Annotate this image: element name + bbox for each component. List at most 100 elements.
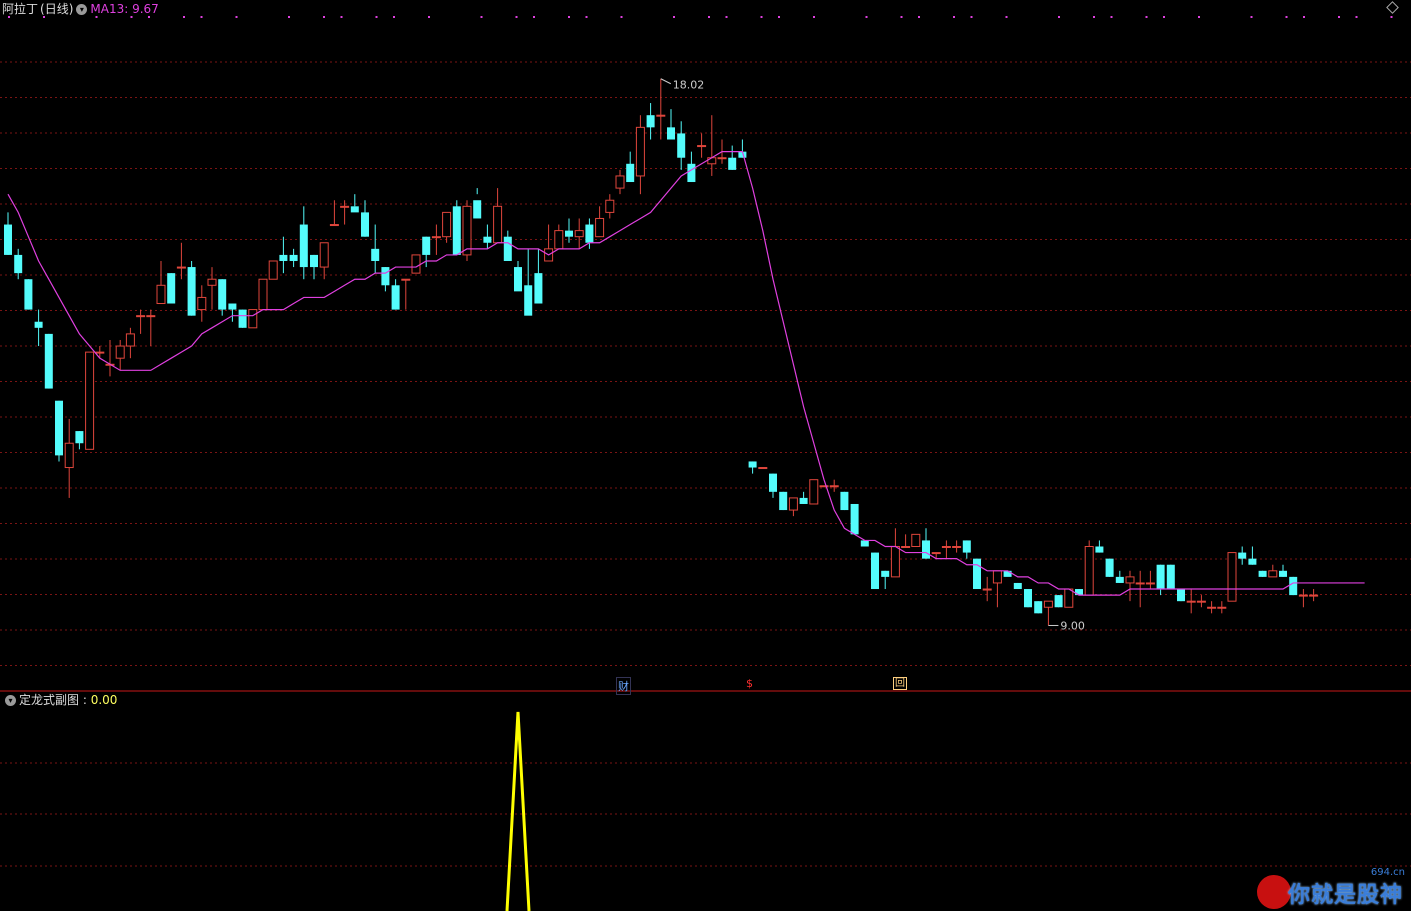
candle-body-down [228,303,237,310]
signal-dot [900,16,903,18]
candle-body-down [1177,589,1185,602]
signal-dot [428,16,430,18]
candle-body-up [656,114,666,117]
marker-dollar[interactable]: $ [746,677,753,690]
signal-dot [918,16,920,18]
candle-body-down [1034,601,1043,614]
candle-body-up [493,205,503,244]
candle-body-up [115,345,125,359]
candle-body-up [1064,588,1074,608]
candle-body-down [391,285,400,310]
signal-dot [1303,16,1305,18]
candle-body-down [1105,558,1114,577]
candle-body-down [1156,564,1165,590]
candle-body-up [401,278,411,281]
candle-body-down [4,224,12,255]
candle-body-down [534,273,543,304]
candle-body-up [64,442,74,469]
candle-body-up [931,552,941,555]
signal-dot [953,16,955,18]
subchart-header: ▾ 定龙式副图 : 0.00 [2,692,117,708]
high-pointer [660,78,672,85]
signal-dot [1355,16,1358,18]
candle-body-up [1145,582,1155,585]
marker-hui[interactable]: 回 [893,677,907,690]
candle-body-up [890,546,900,578]
candle-body-down [24,279,33,310]
candle-body-up [95,351,105,354]
marker-cai[interactable]: 财 [616,677,631,695]
signal-dot [1058,16,1060,18]
candle-body-up [952,546,962,549]
candle-body-up [1309,594,1319,597]
candle-body-up [207,278,217,286]
candle-body-up [1217,606,1227,609]
candle-body-down [350,206,359,213]
candle-body-up [982,588,992,591]
candle-body-up [1125,576,1135,584]
candle-body-up [146,315,156,318]
candle-body-down [299,224,308,268]
candle-body-up [758,467,768,470]
kline-chart[interactable]: 18.02 9.00 [0,0,1411,911]
candle-body-down [238,309,247,328]
candle-body-up [1196,600,1206,603]
ma13-line [7,151,1365,596]
candle-body-down [483,236,492,243]
candle-body-down [1238,552,1247,559]
signal-dot [480,16,483,18]
candle-body-up [615,175,625,189]
indicator-spike [505,711,531,911]
candle-body-up [197,296,207,311]
signal-dot [1285,16,1288,18]
candle-body-down [75,431,84,444]
period-label: (日线) [40,2,74,16]
candle-body-up [941,546,951,549]
candle-body-down [55,400,63,456]
signal-dot [288,16,290,18]
candle-body-up [1207,606,1217,609]
candle-body-up [1298,594,1308,597]
candle-body-up [1043,600,1053,608]
candle-body-up [605,199,615,213]
candle-body-up [258,278,268,311]
candle-body-down [14,254,23,274]
ma13-label: MA13: 9.67 [90,2,159,16]
candle-body-up [635,126,645,177]
signal-dot [778,16,780,18]
logo-mark-icon [1257,875,1291,909]
candle-body-down [452,206,461,255]
chevron-down-icon[interactable]: ▾ [76,4,88,15]
chevron-down-icon[interactable]: ▾ [5,695,16,706]
signal-dot [1390,16,1393,18]
high-label: 18.02 [673,79,705,92]
candle-body-down [473,200,482,219]
candle-body-up [136,315,146,318]
candle-body-down [1024,589,1032,608]
signal-dot [813,16,815,18]
candle-body-down [371,248,380,261]
candle-body-down [962,540,971,553]
candle-body-down [860,540,869,547]
candle-body-down [187,267,196,316]
candle-body-up [992,570,1002,584]
candle-body-down [514,267,522,292]
candle-body-down [44,333,53,389]
signal-dot [568,16,570,18]
candle-body-down [381,267,390,286]
candle-body-up [595,217,605,238]
candle-body-down [1248,558,1257,565]
candle-body-down [503,236,512,261]
candle-body-up [442,211,452,238]
signal-dot [340,16,343,18]
candle-body-up [1135,582,1145,585]
signal-dot [375,16,378,18]
signal-dot [1145,16,1148,18]
candle-body-up [901,546,911,549]
candle-body-up [248,309,258,329]
candle-body-up [1227,552,1237,602]
candle-body-down [361,212,369,237]
candle-body-up [717,157,727,160]
candle-body-down [728,157,737,170]
candle-body-up [1084,546,1094,596]
